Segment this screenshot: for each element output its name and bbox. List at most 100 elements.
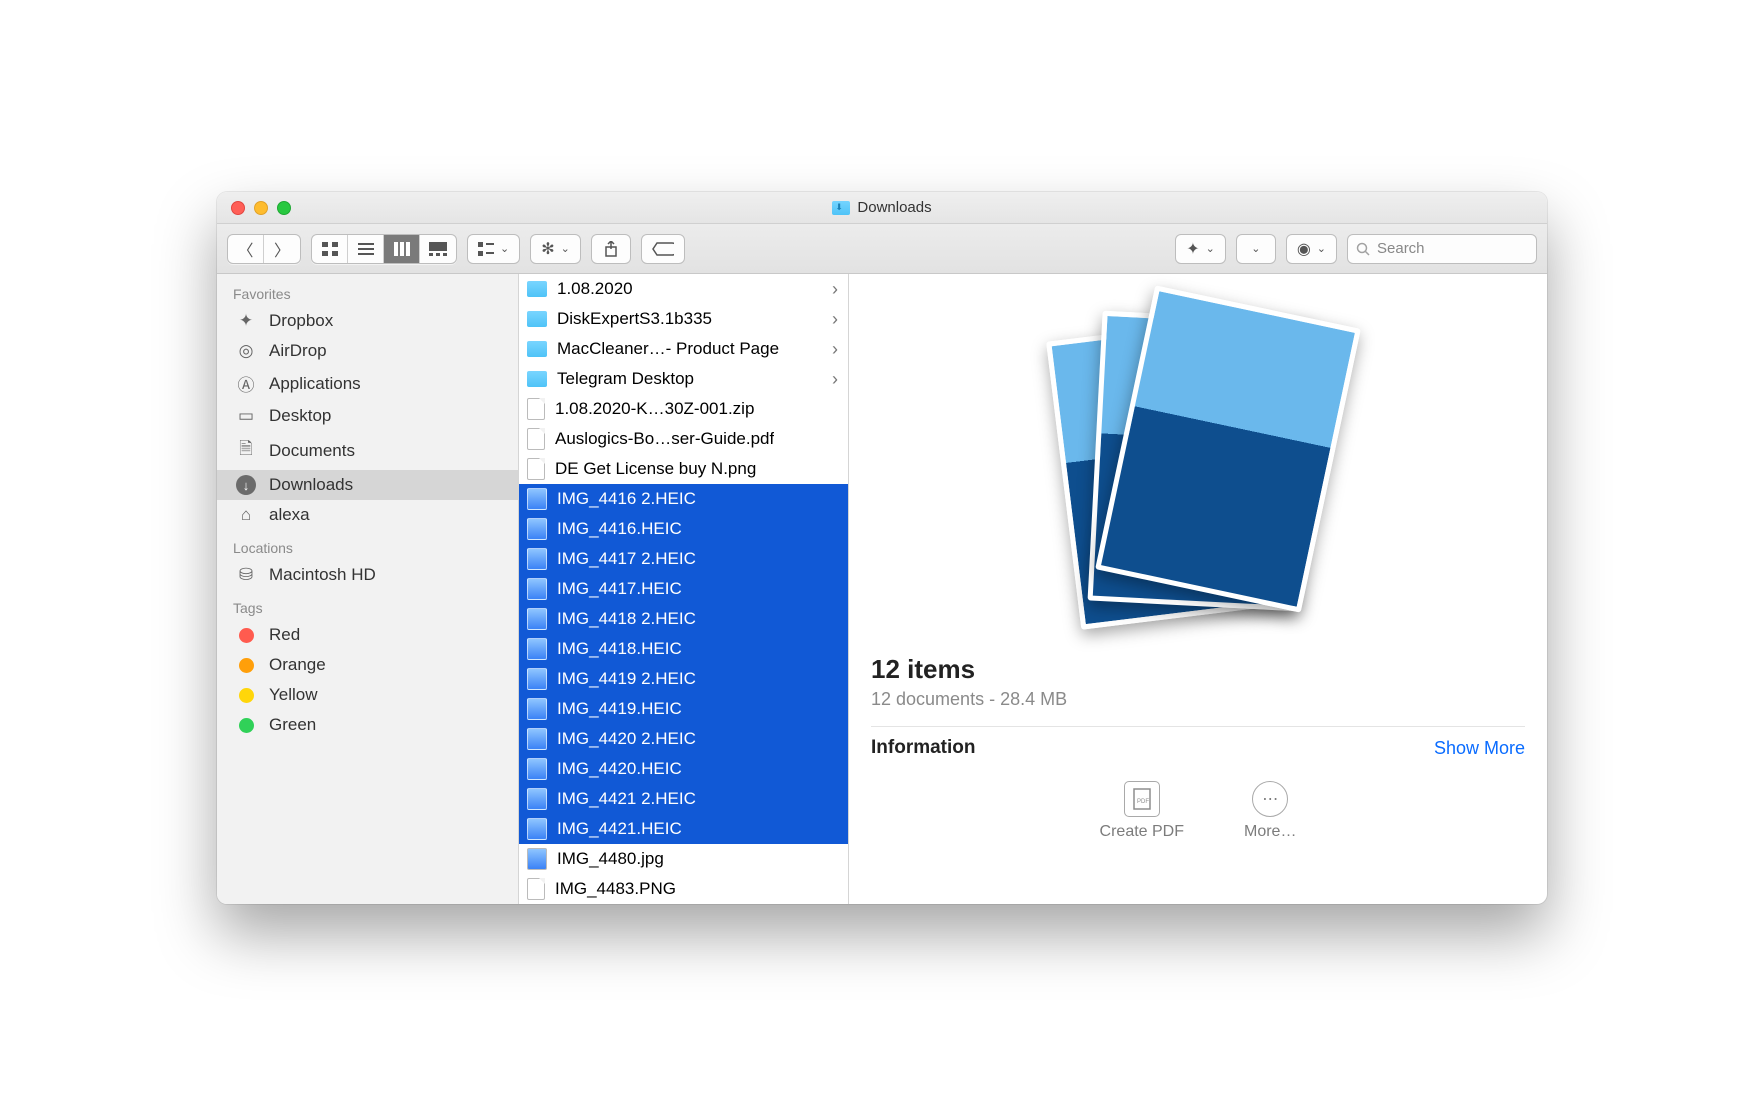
file-row[interactable]: MacCleaner…- Product Page› [519,334,848,364]
image-thumb-icon [527,578,547,600]
sidebar-item-airdrop[interactable]: ◎AirDrop [217,336,518,366]
quicklook-button[interactable]: ◉ ⌄ [1286,234,1337,264]
sidebar-item-yellow[interactable]: Yellow [217,680,518,710]
group-by-button[interactable]: ⌄ [467,234,520,264]
file-row[interactable]: IMG_4416.HEIC [519,514,848,544]
chevron-right-icon: › [832,369,838,390]
sidebar-section-header: Locations [217,530,518,560]
sidebar-item-green[interactable]: Green [217,710,518,740]
image-thumb-icon [527,638,547,660]
window-controls [217,201,291,215]
gallery-icon [429,242,447,256]
sidebar-item-applications[interactable]: ⒶApplications [217,366,518,401]
disk-icon: ⛁ [235,565,257,585]
file-row[interactable]: DiskExpertS3.1b335› [519,304,848,334]
file-name: IMG_4480.jpg [557,849,664,869]
sidebar-item-label: Red [269,625,300,645]
file-name: IMG_4420.HEIC [557,759,682,779]
file-name: IMG_4418 2.HEIC [557,609,696,629]
sidebar-item-red[interactable]: Red [217,620,518,650]
file-row[interactable]: IMG_4417.HEIC [519,574,848,604]
file-row[interactable]: Auslogics-Bo…ser-Guide.pdf [519,424,848,454]
sidebar-item-orange[interactable]: Orange [217,650,518,680]
file-row[interactable]: IMG_4420.HEIC [519,754,848,784]
dropbox-icon: ✦ [235,311,257,331]
sidebar-item-dropbox[interactable]: ✦Dropbox [217,306,518,336]
view-list-button[interactable] [348,235,384,263]
chevron-down-icon: ⌄ [1251,242,1260,255]
folder-icon [832,201,850,215]
image-thumb-icon [527,698,547,720]
file-row[interactable]: IMG_4416 2.HEIC [519,484,848,514]
sidebar-item-label: alexa [269,505,310,525]
sidebar-item-label: Green [269,715,316,735]
dropbox-toolbar-button[interactable]: ✦ ⌄ [1175,234,1226,264]
finder-window: Downloads 〈 〉 [217,192,1547,904]
image-thumb-icon [527,848,547,870]
file-name: IMG_4416 2.HEIC [557,489,696,509]
file-row[interactable]: IMG_4483.PNG [519,874,848,904]
image-thumb-icon [527,788,547,810]
minimize-window-button[interactable] [254,201,268,215]
view-icons-button[interactable] [312,235,348,263]
empty-dropdown-button[interactable]: ⌄ [1236,234,1276,264]
file-row[interactable]: IMG_4418 2.HEIC [519,604,848,634]
more-label: More… [1244,823,1296,841]
file-name: IMG_4419 2.HEIC [557,669,696,689]
file-row[interactable]: IMG_4419.HEIC [519,694,848,724]
file-row[interactable]: DE Get License buy N.png [519,454,848,484]
preview-divider [871,726,1525,727]
documents-icon: 🗎 [235,436,257,465]
file-row[interactable]: 1.08.2020 › [519,274,848,304]
tags-button[interactable] [641,234,685,264]
file-icon [527,398,545,420]
sidebar-item-label: AirDrop [269,341,327,361]
file-row[interactable]: IMG_4417 2.HEIC [519,544,848,574]
sidebar-item-label: Downloads [269,475,353,495]
sidebar-item-alexa[interactable]: ⌂alexa [217,500,518,530]
action-button[interactable]: ✻ ⌄ [530,234,581,264]
folder-icon [527,281,547,297]
sidebar-item-macintosh-hd[interactable]: ⛁ Macintosh HD [217,560,518,590]
file-row[interactable]: IMG_4418.HEIC [519,634,848,664]
sidebar-item-label: Desktop [269,406,331,426]
file-row[interactable]: IMG_4420 2.HEIC [519,724,848,754]
tag-dot-icon [235,688,257,703]
downloads-icon: ↓ [235,475,257,495]
view-gallery-button[interactable] [420,235,456,263]
share-button[interactable] [591,234,631,264]
sidebar-item-documents[interactable]: 🗎 Documents [217,431,518,470]
image-thumb-icon [527,518,547,540]
sidebar-item-desktop[interactable]: ▭Desktop [217,401,518,431]
preview-pane: 12 items 12 documents - 28.4 MB Informat… [849,274,1547,904]
applications-icon: Ⓐ [235,371,257,396]
file-name: 1.08.2020 [557,279,633,299]
zoom-window-button[interactable] [277,201,291,215]
sidebar-item-label: Documents [269,441,355,461]
search-field[interactable]: Search [1347,234,1537,264]
chevron-right-icon: › [832,279,838,300]
chevron-right-icon: › [832,339,838,360]
forward-button[interactable]: 〉 [264,235,300,263]
file-row[interactable]: IMG_4421.HEIC [519,814,848,844]
show-more-link[interactable]: Show More [1434,738,1525,759]
sidebar-item-label: Macintosh HD [269,565,376,585]
back-button[interactable]: 〈 [228,235,264,263]
window-title: Downloads [217,199,1547,216]
close-window-button[interactable] [231,201,245,215]
chevron-down-icon: ⌄ [1317,242,1326,255]
sidebar-item-downloads[interactable]: ↓ Downloads [217,470,518,500]
more-action[interactable]: ⋯ More… [1244,781,1296,841]
image-thumb-icon [527,818,547,840]
file-row[interactable]: IMG_4421 2.HEIC [519,784,848,814]
file-row[interactable]: Telegram Desktop › [519,364,848,394]
image-thumb-icon [527,608,547,630]
file-name: Telegram Desktop [557,369,694,389]
image-thumb-icon [527,548,547,570]
create-pdf-action[interactable]: PDF Create PDF [1100,781,1184,841]
chevron-right-icon: › [832,309,838,330]
file-row[interactable]: IMG_4419 2.HEIC [519,664,848,694]
file-row[interactable]: 1.08.2020-K…30Z-001.zip [519,394,848,424]
view-columns-button[interactable] [384,235,420,263]
file-row[interactable]: IMG_4480.jpg [519,844,848,874]
